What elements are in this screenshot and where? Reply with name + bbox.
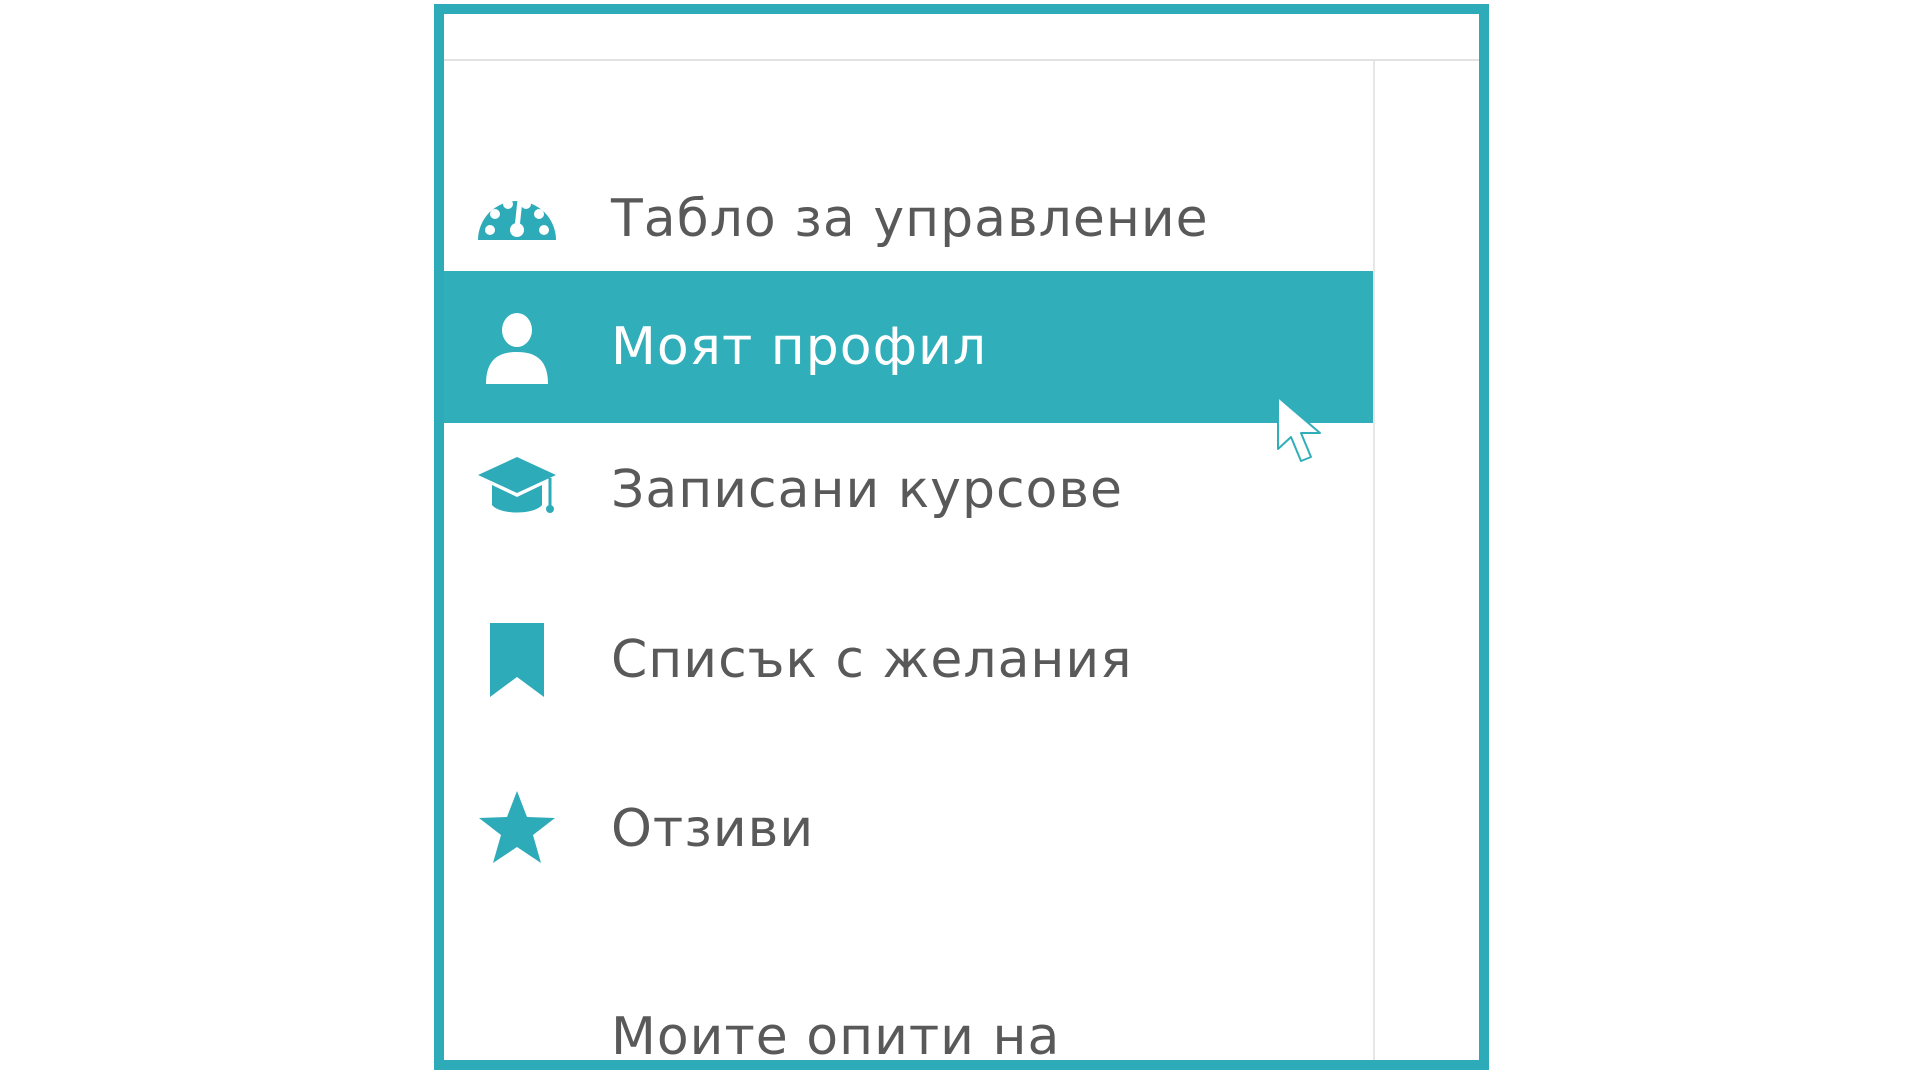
sidebar-item-label: Отзиви: [611, 799, 815, 859]
dashboard-icon: [476, 178, 558, 260]
sidebar-item-label: Моите опити на: [611, 1007, 1061, 1067]
user-icon: [476, 306, 558, 388]
sidebar-item-label: Табло за управление: [611, 189, 1209, 249]
sidebar-item-enrolled-courses[interactable]: Записани курсове: [444, 416, 1373, 564]
top-bar: [444, 14, 1479, 61]
sidebar-item-wishlist[interactable]: Списък с желания: [444, 586, 1373, 734]
star-icon: [476, 788, 558, 870]
sidebar-item-reviews[interactable]: Отзиви: [444, 755, 1373, 903]
sidebar-menu: Табло за управление Моят профил Записани…: [444, 61, 1375, 1060]
sidebar-item-label: Моят профил: [611, 317, 988, 377]
bookmark-icon: [476, 619, 558, 701]
graduation-cap-icon: [476, 449, 558, 531]
sidebar-item-quiz-attempts[interactable]: Моите опити на: [444, 963, 1373, 1067]
sidebar-item-label: Записани курсове: [611, 460, 1124, 520]
mouse-pointer-icon: [1277, 396, 1321, 462]
sidebar-item-label: Списък с желания: [611, 630, 1133, 690]
sidebar-item-my-profile[interactable]: Моят профил: [444, 271, 1373, 423]
screenshot-frame: Табло за управление Моят профил Записани…: [434, 4, 1489, 1070]
